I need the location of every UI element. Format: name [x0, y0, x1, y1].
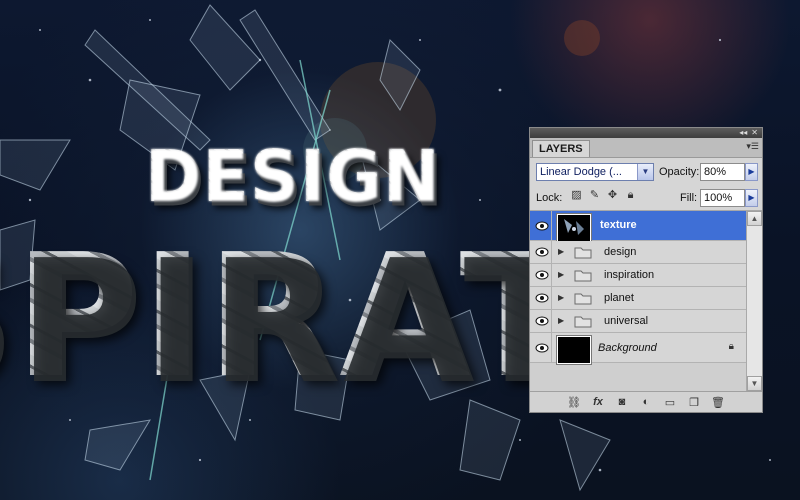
layer-lock-icon: 🔒︎	[728, 341, 734, 352]
layer-name: design	[604, 246, 637, 258]
collapse-icon[interactable]: ◂◂	[739, 129, 747, 137]
close-icon[interactable]: ✕	[751, 129, 758, 137]
tab-layers[interactable]: LAYERS	[532, 140, 590, 157]
layers-panel: ◂◂ ✕ LAYERS ▾☰ Linear Dodge (... ▼ Opaci…	[529, 127, 763, 413]
panel-titlebar[interactable]: ◂◂ ✕	[530, 128, 762, 138]
scroll-down-icon[interactable]: ▼	[747, 376, 762, 391]
lock-all-icon[interactable]: 🔒︎	[624, 189, 637, 202]
layer-name: universal	[604, 315, 649, 327]
expand-triangle-icon[interactable]: ▶	[558, 316, 564, 325]
layer-row-universal[interactable]: ▶ universal	[530, 310, 746, 333]
expand-triangle-icon[interactable]: ▶	[558, 247, 564, 256]
lock-transparent-pixels-icon[interactable]: ▨	[570, 189, 583, 202]
layer-row-background[interactable]: Background 🔒︎	[530, 333, 746, 364]
new-group-icon[interactable]: ▭	[663, 396, 678, 409]
layer-thumbnail	[557, 336, 591, 364]
layer-name: Background	[598, 342, 657, 354]
panel-tab-row: LAYERS ▾☰	[530, 138, 762, 158]
expand-triangle-icon[interactable]: ▶	[558, 270, 564, 279]
artwork-text-design: DESIGN	[145, 136, 441, 219]
blend-mode-value: Linear Dodge (...	[540, 166, 622, 178]
layer-row-planet[interactable]: ▶ planet	[530, 287, 746, 310]
fill-field[interactable]: 100%	[700, 189, 745, 207]
visibility-eye-icon[interactable]	[532, 264, 552, 286]
link-layers-icon[interactable]: ⛓	[567, 396, 582, 409]
opacity-label: Opacity:	[659, 166, 700, 178]
fx-icon[interactable]: fx	[591, 396, 606, 408]
folder-icon	[574, 247, 592, 259]
chevron-down-icon[interactable]: ▼	[637, 164, 653, 180]
layers-list: texture ▶ design ▶ inspiration ▶ planet …	[530, 211, 746, 391]
lock-fill-row: Lock: ▨ ✎ ✥ 🔒︎ Fill: 100% ▶	[530, 184, 762, 211]
layer-name: inspiration	[604, 269, 655, 281]
scroll-up-icon[interactable]: ▲	[747, 211, 762, 226]
adjustment-layer-icon[interactable]: ◐	[639, 396, 654, 408]
expand-triangle-icon[interactable]: ▶	[558, 293, 564, 302]
layer-name: texture	[600, 219, 637, 231]
new-layer-icon[interactable]: ❐	[687, 396, 702, 409]
visibility-eye-icon[interactable]	[532, 241, 552, 263]
visibility-eye-icon[interactable]	[532, 211, 552, 240]
layer-row-inspiration[interactable]: ▶ inspiration	[530, 264, 746, 287]
lock-position-icon[interactable]: ✥	[606, 189, 619, 202]
opacity-field[interactable]: 80%	[700, 163, 745, 181]
visibility-eye-icon[interactable]	[532, 333, 552, 362]
visibility-eye-icon[interactable]	[532, 310, 552, 332]
opacity-slider-arrow-icon[interactable]: ▶	[745, 163, 758, 181]
folder-icon	[574, 293, 592, 305]
blend-mode-dropdown[interactable]: Linear Dodge (... ▼	[536, 163, 654, 181]
layer-row-design[interactable]: ▶ design	[530, 241, 746, 264]
trash-icon[interactable]: 🗑︎	[711, 396, 726, 409]
folder-icon	[574, 316, 592, 328]
layers-scrollbar[interactable]: ▲ ▼	[746, 211, 762, 391]
add-mask-icon[interactable]: ◙	[615, 396, 630, 408]
layer-name: planet	[604, 292, 634, 304]
layer-row-texture[interactable]: texture	[530, 211, 746, 242]
artwork-text-inspiration: SPIRAT	[0, 232, 578, 402]
visibility-eye-icon[interactable]	[532, 287, 552, 309]
panel-menu-icon[interactable]: ▾☰	[746, 141, 759, 152]
fill-label: Fill:	[680, 192, 698, 204]
blend-opacity-row: Linear Dodge (... ▼ Opacity: 80% ▶	[530, 158, 762, 184]
layer-thumbnail	[557, 214, 591, 242]
panel-footer: ⛓ fx ◙ ◐ ▭ ❐ 🗑︎	[530, 391, 762, 412]
fill-slider-arrow-icon[interactable]: ▶	[745, 189, 758, 207]
folder-icon	[574, 270, 592, 282]
lock-image-pixels-icon[interactable]: ✎	[588, 189, 601, 202]
lock-icons: ▨ ✎ ✥ 🔒︎	[570, 189, 637, 202]
lock-label: Lock:	[536, 192, 563, 204]
